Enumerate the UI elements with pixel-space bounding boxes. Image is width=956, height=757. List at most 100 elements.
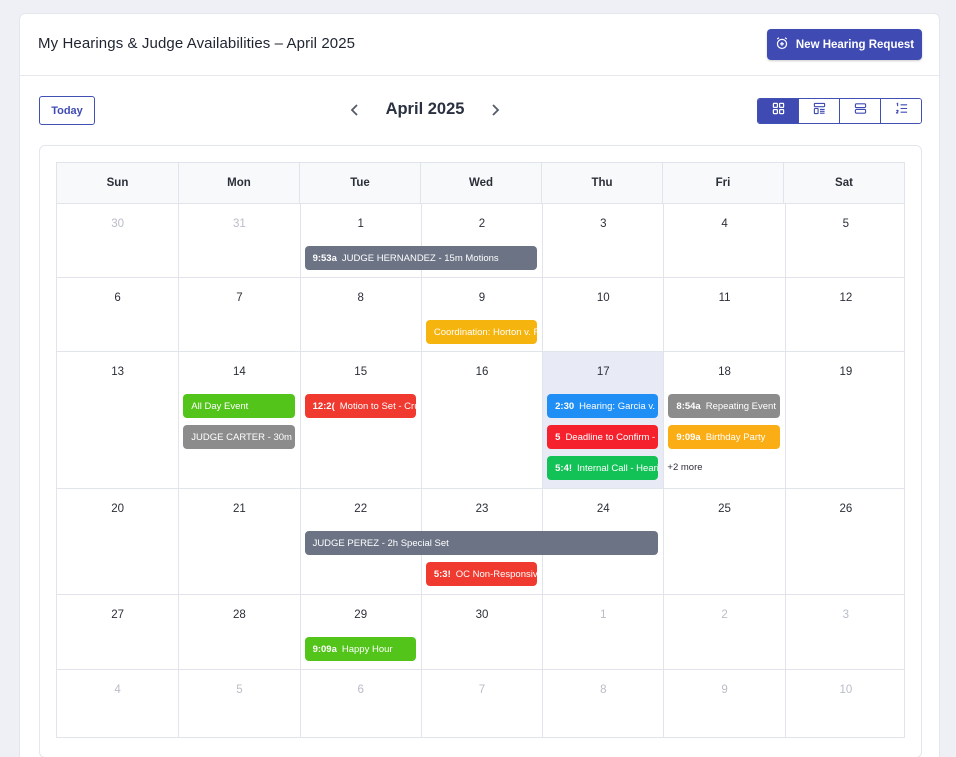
- calendar-event[interactable]: 9:09a Birthday Party: [668, 425, 780, 449]
- day-number[interactable]: 15: [301, 366, 421, 378]
- day-cell[interactable]: 30: [420, 595, 542, 669]
- day-cell[interactable]: 15: [299, 352, 421, 488]
- day-number[interactable]: 2: [422, 218, 542, 230]
- calendar-event[interactable]: Coordination: Horton v. Fr: [425, 320, 538, 344]
- day-number[interactable]: 28: [179, 609, 299, 621]
- day-number[interactable]: 23: [422, 503, 542, 515]
- day-cell[interactable]: 11: [663, 278, 784, 351]
- day-number[interactable]: 8: [301, 292, 421, 304]
- day-cell[interactable]: 10: [784, 670, 906, 737]
- day-number[interactable]: 6: [301, 684, 421, 696]
- day-cell[interactable]: 31: [178, 204, 299, 277]
- calendar-event[interactable]: 9:53a JUDGE HERNANDEZ - 15m Motions: [304, 246, 538, 270]
- day-number[interactable]: 26: [786, 503, 906, 515]
- day-number[interactable]: 5: [179, 684, 299, 696]
- day-number[interactable]: 31: [179, 218, 299, 230]
- calendar-event[interactable]: 2:30 Hearing: Garcia v. M: [547, 394, 659, 418]
- calendar-event[interactable]: All Day Event: [183, 394, 295, 418]
- day-number[interactable]: 9: [422, 292, 542, 304]
- day-number[interactable]: 24: [543, 503, 663, 515]
- day-cell[interactable]: 3: [542, 204, 663, 277]
- day-number[interactable]: 30: [57, 218, 178, 230]
- day-number[interactable]: 4: [664, 218, 784, 230]
- day-number[interactable]: 10: [786, 684, 906, 696]
- day-number[interactable]: 17: [543, 366, 663, 378]
- day-cell[interactable]: 2: [663, 595, 784, 669]
- day-number[interactable]: 3: [786, 609, 906, 621]
- day-cell[interactable]: 7: [178, 278, 299, 351]
- calendar-event[interactable]: JUDGE CARTER - 30m Ev: [183, 425, 295, 449]
- day-cell[interactable]: 19: [784, 352, 906, 488]
- calendar-event[interactable]: 8:54a Repeating Event: [668, 394, 780, 418]
- day-cell[interactable]: 6: [299, 670, 421, 737]
- day-number[interactable]: 7: [422, 684, 542, 696]
- day-number[interactable]: 1: [543, 609, 663, 621]
- day-number[interactable]: 22: [301, 503, 421, 515]
- day-number[interactable]: 7: [179, 292, 299, 304]
- day-number[interactable]: 8: [543, 684, 663, 696]
- day-cell[interactable]: 14: [178, 352, 299, 488]
- day-number[interactable]: 27: [57, 609, 178, 621]
- more-events-link[interactable]: +2 more: [667, 462, 702, 473]
- chevron-left-icon[interactable]: [347, 102, 363, 118]
- day-number[interactable]: 6: [57, 292, 178, 304]
- day-number[interactable]: 18: [664, 366, 784, 378]
- calendar-event[interactable]: JUDGE PEREZ - 2h Special Set: [304, 531, 659, 555]
- calendar-event[interactable]: 5:4! Internal Call - Hearir: [547, 456, 659, 480]
- day-number[interactable]: 5: [786, 218, 906, 230]
- day-cell[interactable]: 9: [663, 670, 784, 737]
- day-cell[interactable]: 7: [420, 670, 542, 737]
- day-view-button[interactable]: [839, 99, 880, 123]
- agenda-view-button[interactable]: [880, 99, 921, 123]
- day-cell[interactable]: 30: [57, 204, 178, 277]
- day-cell[interactable]: 25: [663, 489, 784, 594]
- day-cell[interactable]: 26: [784, 489, 906, 594]
- week-row: 27 28 29 30 1 2 3 9:09a Happy Hour: [57, 595, 904, 670]
- day-cell[interactable]: 5: [784, 204, 906, 277]
- day-cell[interactable]: 4: [663, 204, 784, 277]
- day-cell[interactable]: 5: [178, 670, 299, 737]
- today-button[interactable]: Today: [39, 96, 95, 125]
- day-number[interactable]: 16: [422, 366, 542, 378]
- calendar-event[interactable]: 9:09a Happy Hour: [304, 637, 416, 661]
- day-number[interactable]: 9: [664, 684, 784, 696]
- day-cell[interactable]: 27: [57, 595, 178, 669]
- day-number[interactable]: 30: [422, 609, 542, 621]
- day-cell[interactable]: 13: [57, 352, 178, 488]
- day-cell[interactable]: 16: [420, 352, 542, 488]
- day-cell[interactable]: 21: [178, 489, 299, 594]
- day-number[interactable]: 1: [301, 218, 421, 230]
- day-number[interactable]: 4: [57, 684, 178, 696]
- day-number[interactable]: 12: [786, 292, 906, 304]
- day-number[interactable]: 2: [664, 609, 784, 621]
- week-row: 30 31 1 2 3 4 5 9:53a JUDGE HERNANDEZ - 15m Moti…: [57, 204, 904, 278]
- chevron-right-icon[interactable]: [487, 102, 503, 118]
- day-cell[interactable]: 8: [542, 670, 663, 737]
- day-number[interactable]: 19: [786, 366, 906, 378]
- day-number[interactable]: 11: [664, 292, 784, 304]
- day-number[interactable]: 14: [179, 366, 299, 378]
- day-cell[interactable]: 28: [178, 595, 299, 669]
- day-number[interactable]: 10: [543, 292, 663, 304]
- day-number[interactable]: 3: [543, 218, 663, 230]
- calendar-event[interactable]: 12:2(Motion to Set - Cru: [304, 394, 416, 418]
- new-hearing-request-button[interactable]: New Hearing Request: [767, 29, 922, 60]
- day-cell[interactable]: 1: [542, 595, 663, 669]
- month-view-button[interactable]: [758, 99, 798, 123]
- day-number[interactable]: 25: [664, 503, 784, 515]
- week-row: 6 7 8 9 10 11 12 Coordination: Horton v. Fr: [57, 278, 904, 352]
- day-cell[interactable]: 6: [57, 278, 178, 351]
- day-cell[interactable]: 3: [784, 595, 906, 669]
- week-view-button[interactable]: [798, 99, 839, 123]
- day-number[interactable]: 21: [179, 503, 299, 515]
- day-cell[interactable]: 20: [57, 489, 178, 594]
- calendar-event[interactable]: 5 Deadline to Confirm - I: [547, 425, 659, 449]
- day-cell[interactable]: 12: [784, 278, 906, 351]
- day-cell[interactable]: 10: [542, 278, 663, 351]
- day-number[interactable]: 20: [57, 503, 178, 515]
- day-number[interactable]: 29: [301, 609, 421, 621]
- day-cell[interactable]: 8: [299, 278, 421, 351]
- day-cell[interactable]: 4: [57, 670, 178, 737]
- day-number[interactable]: 13: [57, 366, 178, 378]
- calendar-event[interactable]: 5:3! OC Non-Responsive: [425, 562, 538, 586]
